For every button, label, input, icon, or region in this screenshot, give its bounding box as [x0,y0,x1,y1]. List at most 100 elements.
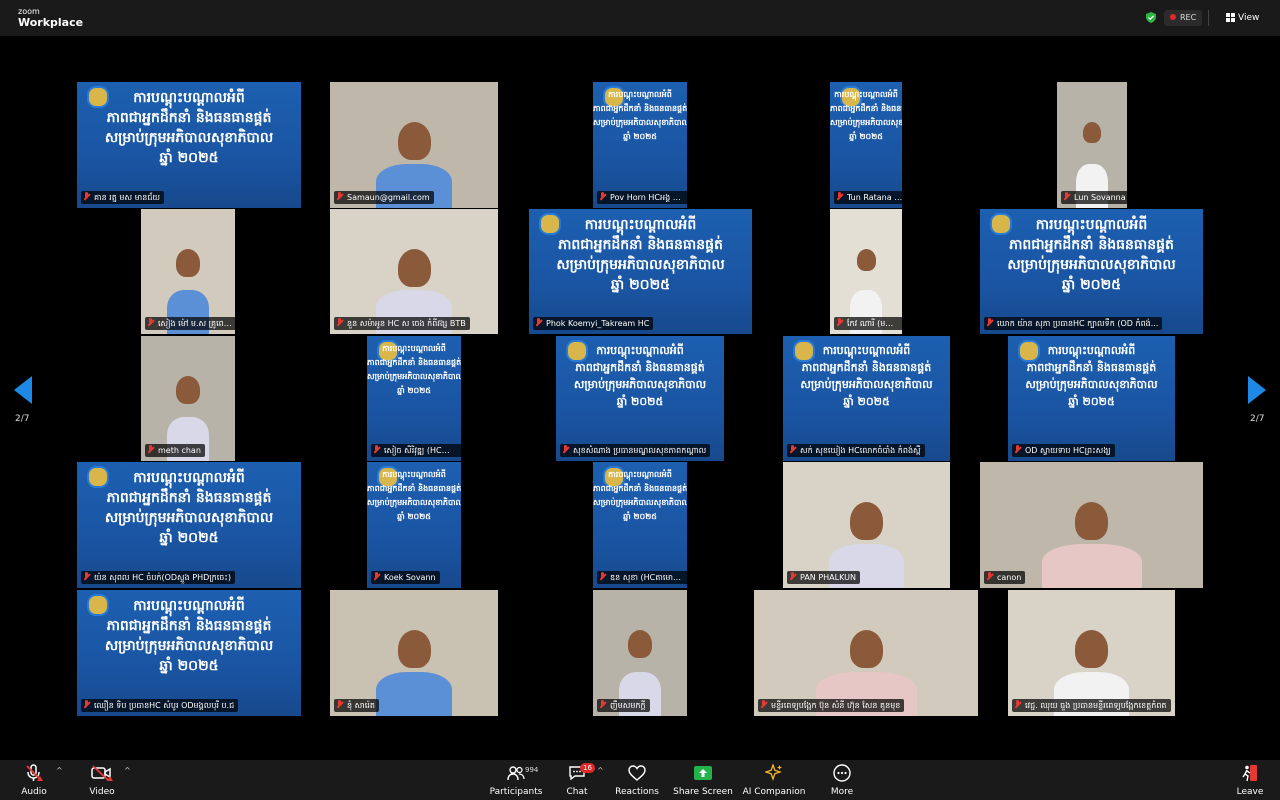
slide-line: ឆ្នាំ ២០២៥ [397,386,431,395]
muted-mic-icon [535,318,543,327]
participant-tile[interactable]: ការបណ្ដុះបណ្ដាលអំពី ភាពជាអ្នកដឹកនាំ និងធន… [77,462,301,588]
ai-companion-button[interactable]: AI Companion [742,763,806,797]
participant-tile[interactable]: canon [980,462,1203,588]
participant-name-tag: ឃោក យ៉ាន សុភា ប្រធានHC ក្បាលទឹក (OD កំពង… [984,317,1163,330]
participant-tile[interactable]: កែវ ណារី (មណ្ឌលសុខភាពព្រៃ) [830,209,902,334]
meeting-toolbar: Audio ^ Video ^ Participants 994 Chat 16… [0,760,1280,800]
participant-tile[interactable]: ការបណ្ដុះបណ្ដាលអំពី ភាពជាអ្នកដឹកនាំ និងធន… [593,82,687,208]
slide-line: សម្រាប់ក្រុមអភិបាលសុខាភិបាល [104,130,274,146]
leave-button[interactable]: Leave [1234,763,1266,797]
audio-button[interactable]: Audio [18,763,50,797]
participant-tile[interactable]: ការបណ្ដុះបណ្ដាលអំពី ភាពជាអ្នកដឹកនាំ និងធន… [367,336,461,461]
slide-line: ភាពជាអ្នកដឹកនាំ និងធនធានផ្គត់ [830,104,902,113]
participant-name: សុខសំណាង ប្រធានមណ្ឌលសុខភាពកណ្ដាល [573,446,707,455]
participant-name-tag: Samaun@gmail.com [334,191,434,204]
slide-line: ការបណ្ដុះបណ្ដាលអំពី [834,90,898,99]
participant-head [1075,630,1108,668]
page-indicator-left: 2/7 [15,414,30,424]
slide-line: ឆ្នាំ ២០២៥ [397,512,431,521]
audio-label: Audio [21,787,47,797]
participant-tile[interactable]: ការបណ្ដុះបណ្ដាលអំពី ភាពជាអ្នកដឹកនាំ និងធន… [77,590,301,716]
share-screen-button[interactable]: Share Screen [672,763,734,797]
chat-label: Chat [566,787,588,797]
participant-head [398,630,431,668]
video-options-chevron-icon[interactable]: ^ [124,766,131,775]
previous-page-arrow-icon[interactable] [14,376,32,404]
slide-line: សម្រាប់ក្រុមអភិបាលសុខាភិបាល [556,257,725,273]
participant-name: Samaun@gmail.com [347,193,430,202]
next-page-arrow-icon[interactable] [1248,376,1266,404]
share-screen-icon [694,766,712,780]
muted-mic-icon [599,572,607,581]
slide-line: ការបណ្ដុះបណ្ដាលអំពី [1047,344,1136,357]
participant-name: សៀច សិរិវុឌ្ឍ (HCព្រែកកំពីស ODខ្មែរ) [384,446,461,455]
participant-name-tag: ឌន សុខា (HCតាមោទក្សុម OD ស្វាយចេក កណ្ដាល [597,571,687,584]
zoom-workplace-logo: zoom Workplace [18,6,83,28]
slide-line: សម្រាប់ក្រុមអភិបាលសុខាភិបាល [367,372,461,381]
participant-tile[interactable]: នួន សម៉ាអូន HC ស ចេង កំពីវង្ស BTB [330,209,498,334]
participant-head [850,630,883,668]
slide-line: ឆ្នាំ ២០២៥ [843,395,890,408]
slide-line: ភាពជាអ្នកដឹកនាំ និងធនធានផ្គត់ [1009,237,1174,253]
participant-head [176,249,200,277]
reactions-label: Reactions [615,787,659,797]
participant-tile[interactable]: សៀង ម៉ៅ ម.ស គ្រូពេទ្យសហការ [141,209,235,334]
participant-tile[interactable]: ការបណ្ដុះបណ្ដាលអំពី ភាពជាអ្នកដឹកនាំ និងធន… [77,82,301,208]
participant-head [628,630,652,658]
participant-name-tag: Lun Sovanna [1061,191,1127,204]
shield-icon[interactable] [1146,12,1156,23]
reactions-button[interactable]: Reactions [614,763,660,797]
participant-tile[interactable]: ញឹមសមកក្តី [593,590,687,716]
top-bar: zoom Workplace REC View [0,0,1280,36]
slide-banner-text: ការបណ្ដុះបណ្ដាលអំពីភាពជាអ្នកដឹកនាំ និងធន… [830,88,902,144]
participant-tile[interactable]: ការបណ្ដុះបណ្ដាលអំពីភាពជាអ្នកដឹកនាំ និងធន… [830,82,902,208]
participant-tile[interactable]: នុំ សារ៉េត [330,590,498,716]
muted-mic-icon [1063,192,1071,201]
participant-tile[interactable]: ការបណ្ដុះបណ្ដាលអំពី ភាពជាអ្នកដឹកនាំ និងធន… [1008,336,1175,461]
participant-tile[interactable]: ការបណ្ដុះបណ្ដាលអំពី ភាពជាអ្នកដឹកនាំ និងធន… [980,209,1203,334]
more-button[interactable]: More [826,763,858,797]
participant-name: ញឹមសមកក្តី [610,701,646,710]
participant-tile[interactable]: PAN PHALKUN [783,462,950,588]
recording-indicator[interactable]: REC [1164,10,1203,26]
divider [1208,10,1209,26]
participant-head [1075,502,1108,540]
slide-line: ភាពជាអ្នកដឹកនាំ និងធនធានផ្គត់ [106,490,272,506]
participant-tile[interactable]: មន្ទីរពេទ្យបង្អែក ប៊ុន សំនី ហ៊ុន សែន គូន… [754,590,978,716]
chat-unread-badge: 16 [580,763,595,773]
participant-tile[interactable]: ការបណ្ដុះបណ្ដាលអំពី ភាពជាអ្នកដឹកនាំ និងធន… [593,462,687,588]
participant-name: Koek Sovann [384,573,436,582]
participant-tile[interactable]: meth chan [141,336,235,461]
participant-name-tag: OD ស្វាយទាប HCព្រះសង្ឃ [1012,444,1115,457]
heart-icon [628,765,646,781]
slide-line: ឆ្នាំ ២០២៥ [849,132,883,141]
participant-tile[interactable]: ការបណ្ដុះបណ្ដាលអំពី ភាពជាអ្នកដឹកនាំ និងធន… [783,336,950,461]
participant-name-tag: ឈឿន ទិប ប្រធានHC សំបូរ ODមង្គលបុរី ប.ជ [81,699,239,712]
more-label: More [830,787,854,797]
slide-line: ឆ្នាំ ២០២៥ [159,530,219,546]
participant-tile[interactable]: វេជ្ជ. ឈុយ ធួង ប្រធានមន្ទីរពេទ្យបង្អែកខេ… [1008,590,1175,716]
microphone-muted-icon [26,764,43,781]
video-button[interactable]: Video [86,763,118,797]
slide-banner-text: ការបណ្ដុះបណ្ដាលអំពី ភាពជាអ្នកដឹកនាំ និងធន… [77,468,301,548]
participant-tile[interactable]: ការបណ្ដុះបណ្ដាលអំពី ភាពជាអ្នកដឹកនាំ និងធន… [367,462,461,588]
muted-mic-icon [760,700,768,709]
participant-tile[interactable]: Lun Sovanna [1057,82,1127,208]
view-button[interactable]: View [1226,10,1259,26]
muted-mic-icon [147,445,155,454]
view-label: View [1238,13,1260,23]
participant-name: ឃោក យ៉ាន សុភា ប្រធានHC ក្បាលទឹក (OD កំពង… [997,319,1159,328]
participant-tile[interactable]: Samaun@gmail.com [330,82,498,208]
participant-name: យ៉ន សុពល HC ចំបក់(ODស្ទួង PHDក្រចេះ) [94,573,232,582]
muted-mic-icon [336,318,344,327]
participant-tile[interactable]: ការបណ្ដុះបណ្ដាលអំពី ភាពជាអ្នកដឹកនាំ និងធន… [556,336,724,461]
slide-line: សម្រាប់ក្រុមអភិបាលសុខាភិបាល [830,118,902,127]
slide-line: សម្រាប់ក្រុមអភិបាលសុខាភិបាល [593,118,687,127]
slide-line: ភាពជាអ្នកដឹកនាំ និងធនធានផ្គត់ [367,358,461,367]
slide-line: ឆ្នាំ ២០២៥ [1061,277,1122,293]
participant-name-tag: សៀង ម៉ៅ ម.ស គ្រូពេទ្យសហការ [145,317,235,330]
audio-options-chevron-icon[interactable]: ^ [56,766,63,775]
participant-tile[interactable]: ការបណ្ដុះបណ្ដាលអំពី ភាពជាអ្នកដឹកនាំ និងធន… [529,209,752,334]
chat-options-chevron-icon[interactable]: ^ [597,766,604,775]
slide-line: សម្រាប់ក្រុមអភិបាលសុខាភិបាល [367,498,461,507]
